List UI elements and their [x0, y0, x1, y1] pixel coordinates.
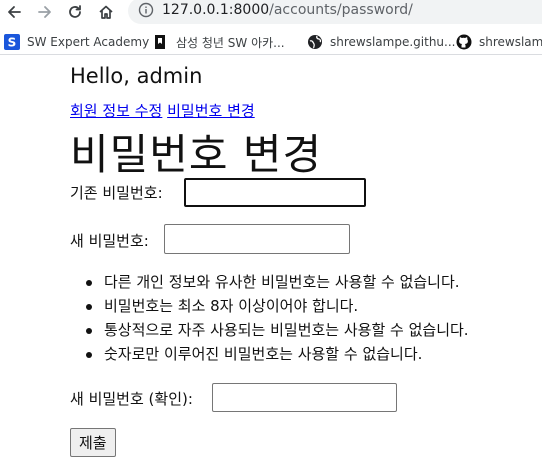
reload-icon: [69, 5, 81, 18]
home-button[interactable]: [94, 0, 118, 24]
reload-button[interactable]: [63, 0, 87, 24]
confirm-password-input[interactable]: [212, 383, 397, 412]
sw-expert-academy-logo-icon: S: [4, 34, 20, 50]
list-item: 통상적으로 자주 사용되는 비밀번호는 사용할 수 없습니다.: [86, 318, 469, 342]
old-password-input[interactable]: [184, 178, 366, 207]
bookmark-samsung-youth-sw[interactable]: 삼성 청년 SW 아카...: [153, 33, 285, 51]
confirm-password-label: 새 비밀번호 (확인):: [70, 390, 193, 408]
globe-icon: [308, 35, 322, 49]
bookmark-shrewslampe-github-io[interactable]: shrewslampe.githu...: [307, 33, 455, 51]
bookmark-label: shrewslamp: [479, 35, 542, 49]
bookmark-shrewslamp-github[interactable]: shrewslamp: [456, 33, 542, 51]
list-item: 다른 개인 정보와 유사한 비밀번호는 사용할 수 없습니다.: [86, 270, 469, 294]
bookmark-flag-icon: [155, 35, 165, 49]
home-icon: [99, 5, 113, 19]
forward-button[interactable]: [33, 0, 57, 24]
github-icon: [456, 34, 472, 50]
edit-profile-link[interactable]: 회원 정보 수정: [70, 102, 162, 120]
bookmark-label: 삼성 청년 SW 아카...: [176, 35, 285, 50]
bookmark-sw-expert-academy[interactable]: S SW Expert Academy: [4, 33, 149, 51]
old-password-label: 기존 비밀번호:: [70, 184, 163, 202]
address-bar[interactable]: 127.0.0.1:8000/accounts/password/: [128, 0, 542, 24]
browser-toolbar: 127.0.0.1:8000/accounts/password/: [0, 0, 542, 24]
site-info-icon[interactable]: [138, 2, 154, 18]
svg-text:S: S: [8, 36, 17, 50]
bookmark-label: shrewslampe.githu...: [330, 35, 456, 49]
arrow-left-icon: [8, 6, 21, 18]
bookmarks-bar: S SW Expert Academy 삼성 청년 SW 아카... shrew…: [0, 30, 542, 55]
url-host: 127.0.0.1:8000: [162, 2, 270, 18]
account-nav: 회원 정보 수정 비밀번호 변경: [70, 100, 255, 121]
change-password-link[interactable]: 비밀번호 변경: [167, 102, 255, 120]
url-text[interactable]: 127.0.0.1:8000/accounts/password/: [162, 2, 413, 18]
back-button[interactable]: [2, 0, 26, 24]
list-item: 비밀번호는 최소 8자 이상이어야 합니다.: [86, 294, 469, 318]
list-item: 숫자로만 이루어진 비밀번호는 사용할 수 없습니다.: [86, 342, 469, 366]
bookmark-label: SW Expert Academy: [27, 35, 150, 49]
arrow-right-icon: [38, 6, 51, 18]
password-rules-list: 다른 개인 정보와 유사한 비밀번호는 사용할 수 없습니다. 비밀번호는 최소…: [86, 270, 469, 366]
page-title: 비밀번호 변경: [70, 130, 323, 179]
url-path: /accounts/password/: [269, 2, 413, 18]
submit-button[interactable]: 제출: [70, 428, 116, 457]
new-password-input[interactable]: [164, 224, 350, 254]
new-password-label: 새 비밀번호:: [70, 232, 149, 250]
greeting-text: Hello, admin: [70, 64, 203, 88]
